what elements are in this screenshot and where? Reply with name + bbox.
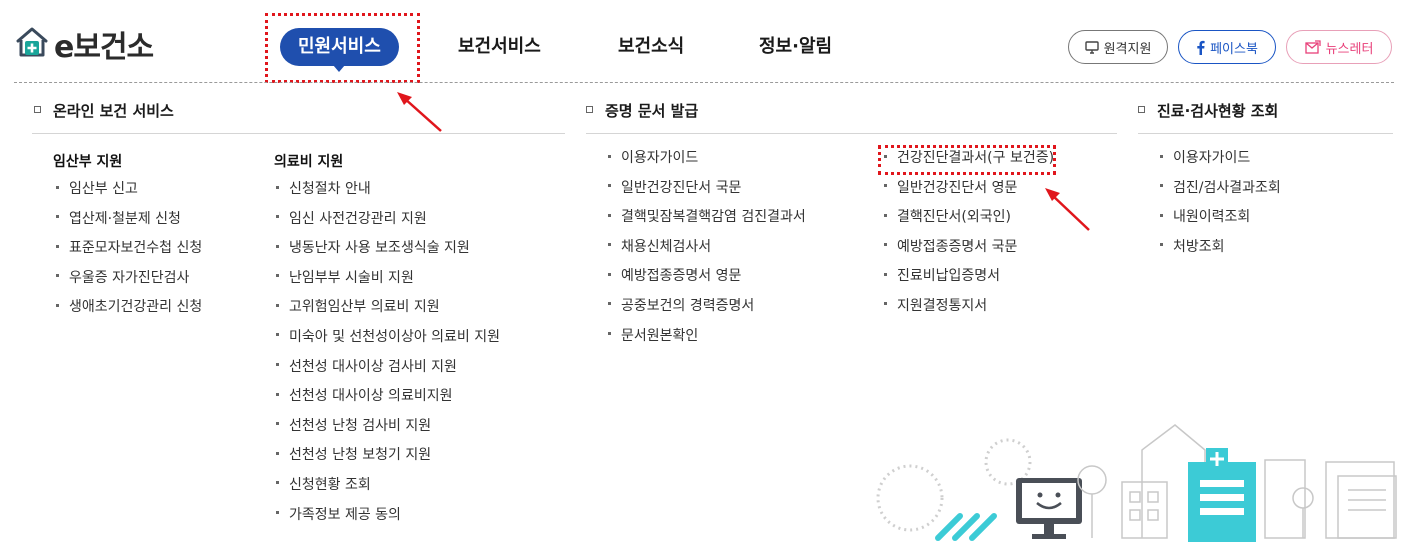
list-item[interactable]: 검진/검사결과조회 <box>1160 174 1281 204</box>
list-item[interactable]: 이용자가이드 <box>608 144 806 174</box>
list-item[interactable]: 일반건강진단서 영문 <box>884 174 1054 204</box>
gnb-health-news[interactable]: 보건소식 <box>618 28 684 66</box>
list-item[interactable]: 예방접종증명서 국문 <box>884 233 1054 263</box>
list-item[interactable]: 신청현황 조회 <box>276 471 500 501</box>
hospital-building-icon <box>1188 448 1256 542</box>
section-title-online-text: 온라인 보건 서비스 <box>53 102 174 120</box>
list-item[interactable]: 미숙아 및 선천성이상아 의료비 지원 <box>276 323 500 353</box>
list-medical-support: 신청절차 안내 임신 사전건강관리 지원 냉동난자 사용 보조생식술 지원 난임… <box>276 175 500 530</box>
remote-support-button[interactable]: 원격지원 <box>1068 30 1168 64</box>
list-item[interactable]: 이용자가이드 <box>1160 144 1281 174</box>
gnb-health-service[interactable]: 보건서비스 <box>458 28 541 66</box>
list-item[interactable]: 임신 사전건강관리 지원 <box>276 205 500 235</box>
list-status: 이용자가이드 검진/검사결과조회 내원이력조회 처방조회 <box>1160 144 1281 262</box>
section-line-docs <box>586 133 1117 134</box>
square-bullet-icon <box>1138 106 1145 113</box>
highlight-box-health-certificate <box>878 145 1056 175</box>
list-item[interactable]: 냉동난자 사용 보조생식술 지원 <box>276 234 500 264</box>
list-item[interactable]: 결핵진단서(외국인) <box>884 203 1054 233</box>
list-item[interactable]: 지원결정통지서 <box>884 292 1054 322</box>
city-illustration <box>876 424 1397 542</box>
newsletter-label: 뉴스레터 <box>1325 41 1374 57</box>
list-item[interactable]: 예방접종증명서 영문 <box>608 262 806 292</box>
highlight-box-gnb <box>265 13 420 83</box>
subtitle-medical-support: 의료비 지원 <box>274 154 344 170</box>
facebook-button[interactable]: 페이스북 <box>1178 30 1276 64</box>
monitor-icon <box>1084 40 1099 54</box>
list-pregnancy-support: 임산부 신고 엽산제·철분제 신청 표준모자보건수첩 신청 우울증 자가진단검사… <box>56 175 202 323</box>
list-item[interactable]: 고위험임산부 의료비 지원 <box>276 293 500 323</box>
newsletter-button[interactable]: 뉴스레터 <box>1286 30 1392 64</box>
facebook-icon <box>1196 40 1205 55</box>
house-plus-icon <box>14 24 50 64</box>
list-item[interactable]: 엽산제·철분제 신청 <box>56 205 202 235</box>
monitor-face-icon <box>1016 478 1082 539</box>
section-title-docs-text: 증명 문서 발급 <box>605 102 699 120</box>
list-docs-col1: 이용자가이드 일반건강진단서 국문 결핵및잠복결핵감염 검진결과서 채용신체검사… <box>608 144 806 351</box>
list-item[interactable]: 선천성 난청 보청기 지원 <box>276 441 500 471</box>
site-logo[interactable]: e보건소 <box>14 22 154 66</box>
list-item[interactable]: 공중보건의 경력증명서 <box>608 292 806 322</box>
list-item[interactable]: 우울증 자가진단검사 <box>56 264 202 294</box>
remote-support-label: 원격지원 <box>1103 41 1152 57</box>
list-item[interactable]: 처방조회 <box>1160 233 1281 263</box>
list-item[interactable]: 일반건강진단서 국문 <box>608 174 806 204</box>
list-item[interactable]: 진료비납입증명서 <box>884 262 1054 292</box>
list-item[interactable]: 신청절차 안내 <box>276 175 500 205</box>
section-title-online: 온라인 보건 서비스 <box>34 100 174 121</box>
list-item[interactable]: 난임부부 시술비 지원 <box>276 264 500 294</box>
section-title-status-text: 진료·검사현황 조회 <box>1157 102 1279 120</box>
list-item[interactable]: 선천성 대사이상 의료비지원 <box>276 382 500 412</box>
facebook-label: 페이스북 <box>1210 41 1258 57</box>
section-title-docs: 증명 문서 발급 <box>586 100 698 121</box>
list-item[interactable]: 문서원본확인 <box>608 322 806 352</box>
list-item[interactable]: 선천성 대사이상 검사비 지원 <box>276 353 500 383</box>
list-item[interactable]: 채용신체검사서 <box>608 233 806 263</box>
square-bullet-icon <box>34 106 41 113</box>
list-item[interactable]: 내원이력조회 <box>1160 203 1281 233</box>
list-item[interactable]: 선천성 난청 검사비 지원 <box>276 412 500 442</box>
logo-text: e보건소 <box>54 30 154 65</box>
list-item[interactable]: 임산부 신고 <box>56 175 202 205</box>
gnb-info-notice[interactable]: 정보·알림 <box>759 28 832 66</box>
section-line-online <box>32 133 565 134</box>
newsletter-icon <box>1304 40 1321 54</box>
square-bullet-icon <box>586 106 593 113</box>
section-title-status: 진료·검사현황 조회 <box>1138 100 1278 121</box>
list-item[interactable]: 표준모자보건수첩 신청 <box>56 234 202 264</box>
section-line-status <box>1138 133 1393 134</box>
list-item[interactable]: 생애초기건강관리 신청 <box>56 293 202 323</box>
red-arrow-icon <box>397 92 442 132</box>
list-item[interactable]: 결핵및잠복결핵감염 검진결과서 <box>608 203 806 233</box>
list-item[interactable]: 가족정보 제공 동의 <box>276 501 500 531</box>
header-divider <box>14 82 1394 83</box>
subtitle-pregnancy-support: 임산부 지원 <box>53 154 123 170</box>
